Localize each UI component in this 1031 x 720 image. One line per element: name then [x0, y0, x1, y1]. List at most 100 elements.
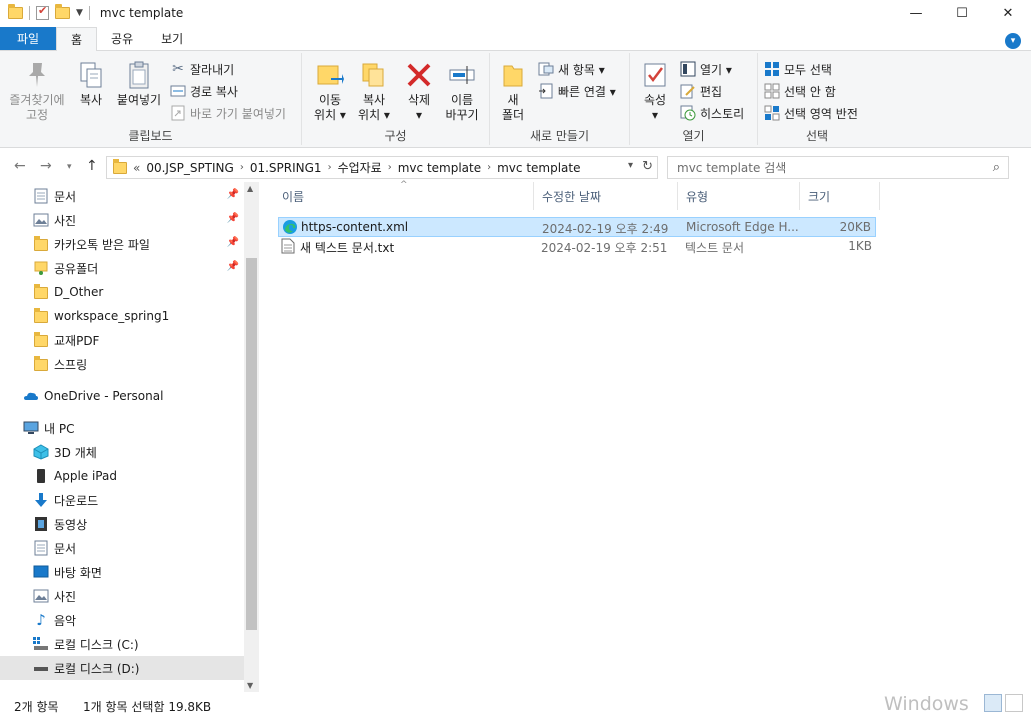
search-icon[interactable]: ⌕ — [993, 160, 1000, 175]
rename-label: 이름 바꾸기 — [445, 93, 479, 122]
new-folder-label: 새 폴더 — [501, 93, 525, 122]
refresh-icon[interactable]: ↻ — [642, 159, 653, 174]
open-button[interactable]: 열기 ▾ — [680, 59, 732, 79]
nav-item-3d-objects[interactable]: 3D 개체 — [0, 440, 244, 464]
nav-item-label: 카카오톡 받은 파일 — [54, 237, 150, 252]
paste-shortcut-button[interactable]: 바로 가기 붙여넣기 — [170, 103, 286, 123]
rename-button[interactable]: 이름 바꾸기 — [442, 59, 482, 123]
pin-icon[interactable]: 📌 — [227, 237, 239, 248]
nav-item-label: 공유폴더 — [54, 261, 99, 276]
copy-path-button[interactable]: 경로 복사 — [170, 81, 238, 101]
nav-item-documents[interactable]: 문서 📌 — [0, 184, 244, 208]
large-icons-view-icon[interactable] — [1005, 694, 1023, 712]
column-header-name[interactable]: 이름 — [274, 182, 534, 210]
breadcrumb-item[interactable]: 01.SPRING1 — [250, 161, 322, 175]
nav-item-music[interactable]: ♪ 음악 — [0, 608, 244, 632]
address-history-chevron-icon[interactable]: ▾ — [628, 160, 633, 171]
table-row[interactable]: https-content.xml 2024-02-19 오후 2:49 Mic… — [278, 217, 876, 237]
column-header-date[interactable]: 수정한 날짜 — [534, 182, 678, 210]
pin-to-quick-access-button[interactable]: 즐겨찾기에 고정 — [6, 59, 68, 123]
nav-item-pc-pictures[interactable]: 사진 — [0, 584, 244, 608]
expand-ribbon-chevron-icon[interactable]: ▾ — [1005, 33, 1021, 49]
nav-item-local-disk-d[interactable]: 로컬 디스크 (D:) — [0, 656, 244, 680]
select-all-label: 모두 선택 — [784, 62, 832, 77]
copy-button[interactable]: 복사 — [74, 59, 108, 108]
nav-item-pc-documents[interactable]: 문서 — [0, 536, 244, 560]
onedrive-cloud-icon — [23, 388, 39, 404]
nav-item-kakaotalk[interactable]: 카카오톡 받은 파일 📌 — [0, 232, 244, 256]
copy-to-button[interactable]: 복사 위치 ▾ — [354, 59, 394, 123]
nav-item-label: 동영상 — [54, 517, 88, 532]
nav-item-textbook-pdf[interactable]: 교재PDF — [0, 328, 244, 352]
view-toggle — [984, 694, 1023, 712]
new-folder-button[interactable]: 새 폴더 — [498, 59, 528, 123]
scroll-down-chevron-icon[interactable]: ▼ — [247, 681, 253, 690]
breadcrumb-chevron-icon[interactable]: › — [328, 162, 332, 173]
history-button[interactable]: 히스토리 — [680, 103, 744, 123]
up-arrow-icon[interactable]: ↑ — [86, 158, 98, 174]
search-input[interactable]: mvc template 검색 ⌕ — [667, 156, 1009, 179]
nav-item-onedrive[interactable]: OneDrive - Personal — [0, 384, 244, 408]
column-header-type[interactable]: 유형 — [678, 182, 800, 210]
breadcrumb-item[interactable]: 수업자료 — [338, 159, 382, 176]
table-row[interactable]: 새 텍스트 문서.txt 2024-02-19 오후 2:51 텍스트 문서 1… — [278, 237, 876, 257]
maximize-button[interactable]: ☐ — [939, 0, 985, 26]
breadcrumb-item[interactable]: mvc template — [398, 161, 481, 175]
invert-selection-button[interactable]: 선택 영역 반전 — [764, 103, 858, 123]
invert-selection-label: 선택 영역 반전 — [784, 106, 858, 121]
scroll-up-chevron-icon[interactable]: ▲ — [247, 184, 253, 193]
open-label: 열기 ▾ — [700, 62, 732, 77]
breadcrumb-chevron-icon[interactable]: › — [487, 162, 491, 173]
back-arrow-icon[interactable]: ← — [14, 158, 26, 174]
new-folder-icon[interactable] — [55, 4, 70, 19]
breadcrumb-item[interactable]: 00.JSP_SPTING — [146, 161, 233, 175]
paste-button[interactable]: 붙여넣기 — [114, 59, 164, 108]
minimize-button[interactable]: — — [893, 0, 939, 26]
pin-icon[interactable]: 📌 — [227, 261, 239, 272]
nav-item-downloads[interactable]: 다운로드 — [0, 488, 244, 512]
close-button[interactable]: ✕ — [985, 0, 1031, 26]
tab-view[interactable]: 보기 — [147, 27, 197, 50]
pin-icon[interactable]: 📌 — [227, 189, 239, 200]
edit-button[interactable]: 편집 — [680, 81, 722, 101]
copy-path-label: 경로 복사 — [190, 84, 238, 99]
column-header-size[interactable]: 크기 — [800, 182, 880, 210]
nav-item-local-disk-c[interactable]: 로컬 디스크 (C:) — [0, 632, 244, 656]
move-to-button[interactable]: 이동 위치 ▾ — [310, 59, 350, 123]
breadcrumb-overflow[interactable]: « — [133, 161, 140, 175]
tab-home[interactable]: 홈 — [56, 27, 98, 51]
nav-item-apple-ipad[interactable]: Apple iPad — [0, 464, 244, 488]
select-none-button[interactable]: 선택 안 함 — [764, 81, 836, 101]
scrollbar-thumb[interactable] — [246, 258, 257, 630]
nav-item-pictures[interactable]: 사진 📌 — [0, 208, 244, 232]
nav-pane-scrollbar[interactable]: ▲ ▼ — [244, 182, 259, 692]
customize-toolbar-chevron-icon[interactable]: ▼ — [76, 8, 83, 18]
properties-button[interactable]: 속성 ▾ — [638, 59, 672, 123]
desktop-icon — [33, 564, 49, 580]
easy-access-button[interactable]: 빠른 연결 ▾ — [538, 81, 616, 101]
nav-item-workspace-spring1[interactable]: workspace_spring1 — [0, 304, 244, 328]
tab-share[interactable]: 공유 — [97, 27, 147, 50]
delete-button[interactable]: 삭제 ▾ — [402, 59, 436, 123]
address-bar[interactable]: « 00.JSP_SPTING › 01.SPRING1 › 수업자료 › mv… — [106, 156, 658, 179]
breadcrumb-chevron-icon[interactable]: › — [388, 162, 392, 173]
nav-item-desktop[interactable]: 바탕 화면 — [0, 560, 244, 584]
breadcrumb-chevron-icon[interactable]: › — [240, 162, 244, 173]
breadcrumb-item[interactable]: mvc template — [497, 161, 580, 175]
nav-item-d-other[interactable]: D_Other — [0, 280, 244, 304]
select-all-button[interactable]: 모두 선택 — [764, 59, 832, 79]
new-item-button[interactable]: 새 항목 ▾ — [538, 59, 605, 79]
details-view-icon[interactable] — [984, 694, 1002, 712]
properties-icon[interactable] — [36, 4, 49, 20]
nav-item-videos[interactable]: 동영상 — [0, 512, 244, 536]
nav-item-this-pc[interactable]: 내 PC — [0, 416, 244, 440]
forward-arrow-icon[interactable]: → — [40, 158, 52, 174]
pin-icon[interactable]: 📌 — [227, 213, 239, 224]
nav-item-spring[interactable]: 스프링 — [0, 352, 244, 376]
cut-button[interactable]: ✂ 잘라내기 — [170, 59, 234, 79]
computer-icon — [23, 420, 39, 436]
tab-file[interactable]: 파일 — [0, 27, 56, 50]
copy-icon — [76, 59, 106, 91]
nav-item-shared-folder[interactable]: 공유폴더 📌 — [0, 256, 244, 280]
recent-locations-chevron-icon[interactable]: ▾ — [67, 162, 72, 172]
